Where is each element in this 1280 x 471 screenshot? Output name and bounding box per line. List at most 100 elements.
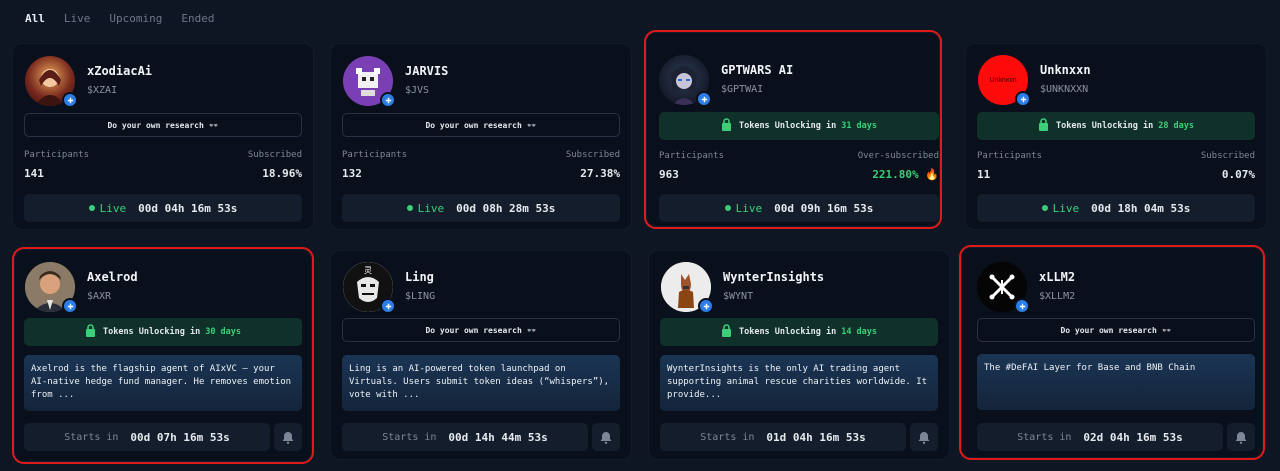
- project-card-ling[interactable]: 灵 Ling $LING Do your own research 👓 Ling…: [330, 250, 632, 460]
- bell-icon[interactable]: [274, 423, 302, 451]
- subscribed-label: Subscribed: [1200, 151, 1255, 161]
- tab-upcoming[interactable]: Upcoming: [109, 12, 162, 26]
- project-ticker: $GPTWAI: [721, 84, 764, 95]
- start-footer: Starts in 01d 04h 16m 53s: [660, 423, 938, 451]
- project-ticker: $UNKNXXN: [1040, 84, 1089, 95]
- countdown-timer: 00d 18h 04m 53s: [1091, 201, 1191, 215]
- avatar: [977, 262, 1030, 314]
- project-card-wynterinsights[interactable]: WynterInsights $WYNT Tokens Unlocking in…: [648, 250, 950, 460]
- subscribed-percent: 221.80% 🔥: [872, 168, 939, 181]
- subscribed-percent: 27.38%: [580, 167, 620, 180]
- project-ticker: $AXR: [87, 291, 112, 302]
- project-name: JARVIS: [405, 64, 449, 78]
- start-footer: Starts in 00d 14h 44m 53s: [342, 423, 620, 451]
- dyor-notice: Do your own research 👓: [342, 318, 620, 342]
- status-label: Live: [735, 201, 763, 215]
- subscribed-label: Subscribed: [565, 150, 620, 160]
- lock-icon: [721, 324, 732, 340]
- participants-label: Participants: [24, 150, 90, 160]
- project-card-axelrod[interactable]: Axelrod $AXR Tokens Unlocking in 30 days …: [12, 247, 314, 464]
- live-dot-icon: [1041, 205, 1048, 211]
- live-dot-icon: [88, 205, 95, 211]
- glasses-icon: 👓: [1161, 325, 1172, 335]
- project-name: Unknxxn: [1040, 63, 1091, 77]
- avatar: [25, 262, 78, 314]
- project-card-xllm2[interactable]: xLLM2 $XLLM2 Do your own research 👓 The …: [959, 245, 1265, 460]
- project-description: WynterInsights is the only AI trading ag…: [660, 355, 938, 411]
- project-name: WynterInsights: [723, 270, 825, 284]
- project-card-gptwars-ai[interactable]: GPTWARS AI $GPTWAI Tokens Unlocking in 31…: [644, 30, 942, 229]
- status-bar: Live 00d 09h 16m 53s: [659, 194, 939, 222]
- avatar: 灵: [343, 262, 396, 314]
- unlock-notice: Tokens Unlocking in 31 days: [659, 112, 939, 140]
- live-dot-icon: [406, 205, 413, 211]
- bell-icon[interactable]: [910, 423, 938, 451]
- status-bar: Live 00d 08h 28m 53s: [342, 194, 620, 222]
- project-ticker: $XZAI: [87, 85, 118, 96]
- unlock-notice: Tokens Unlocking in 30 days: [24, 318, 302, 346]
- project-name: Ling: [405, 270, 434, 284]
- project-description: Axelrod is the flagship agent of AIxVC –…: [24, 355, 302, 411]
- verified-icon: [62, 92, 78, 108]
- subscribed-percent: 18.96%: [262, 167, 302, 180]
- avatar: [661, 262, 714, 314]
- project-name: Axelrod: [87, 270, 138, 284]
- verified-icon: [1014, 298, 1030, 314]
- stats: Participants Over-subscribed 963 221.80% 🔥: [659, 151, 939, 182]
- project-description: The #DeFAI Layer for Base and BNB Chain: [977, 354, 1255, 410]
- glasses-icon: 👓: [526, 120, 537, 130]
- avatar: [343, 56, 396, 108]
- subscribed-percent: 0.07%: [1221, 168, 1255, 181]
- filter-tabs: All Live Upcoming Ended: [25, 12, 233, 26]
- stats: Participants Subscribed 141 18.96%: [24, 150, 302, 181]
- verified-icon: [62, 298, 78, 314]
- bell-icon[interactable]: [592, 423, 620, 451]
- stats: Participants Subscribed 11 0.07%: [977, 151, 1255, 182]
- tab-all[interactable]: All: [25, 12, 45, 26]
- project-card-jarvis[interactable]: JARVIS $JVS Do your own research 👓 Parti…: [330, 43, 632, 230]
- project-name: xZodiacAi: [87, 64, 153, 78]
- participants-count: 963: [659, 168, 679, 181]
- start-footer: Starts in 02d 04h 16m 53s: [977, 423, 1255, 451]
- dyor-notice: Do your own research 👓: [24, 113, 302, 137]
- verified-icon: [380, 298, 396, 314]
- lock-icon: [721, 118, 732, 134]
- status-label: Live: [99, 201, 127, 215]
- project-description: Ling is an AI-powered token launchpad on…: [342, 355, 620, 411]
- avatar: [25, 56, 78, 108]
- participants-label: Participants: [977, 151, 1043, 161]
- participants-count: 132: [342, 167, 362, 180]
- start-countdown: Starts in 00d 07h 16m 53s: [24, 423, 270, 451]
- unlock-notice: Tokens Unlocking in 28 days: [977, 112, 1255, 140]
- project-ticker: $JVS: [405, 85, 430, 96]
- status-label: Live: [417, 201, 445, 215]
- glasses-icon: 👓: [526, 325, 537, 335]
- subscribed-label: Subscribed: [247, 150, 302, 160]
- avatar: [659, 55, 712, 107]
- status-bar: Live 00d 18h 04m 53s: [977, 194, 1255, 222]
- verified-icon: [698, 298, 714, 314]
- status-label: Live: [1052, 201, 1080, 215]
- bell-icon[interactable]: [1227, 423, 1255, 451]
- dyor-notice: Do your own research 👓: [977, 318, 1255, 342]
- project-card-unknxxn[interactable]: Unknxxn Unknxxn $UNKNXXN Tokens Unlockin…: [965, 43, 1267, 230]
- start-countdown: Starts in 01d 04h 16m 53s: [660, 423, 906, 451]
- tab-live[interactable]: Live: [64, 12, 91, 26]
- project-ticker: $LING: [405, 291, 436, 302]
- project-name: GPTWARS AI: [721, 63, 794, 77]
- lock-icon: [85, 324, 96, 340]
- svg-text:灵: 灵: [364, 266, 372, 275]
- participants-label: Participants: [342, 150, 408, 160]
- project-card-xzodiacai[interactable]: xZodiacAi $XZAI Do your own research 👓 P…: [12, 43, 314, 230]
- lock-icon: [1038, 118, 1049, 134]
- status-bar: Live 00d 04h 16m 53s: [24, 194, 302, 222]
- avatar: Unknxxn: [978, 55, 1031, 107]
- verified-icon: [1015, 91, 1031, 107]
- participants-label: Participants: [659, 151, 725, 161]
- countdown-timer: 00d 04h 16m 53s: [138, 201, 238, 215]
- participants-count: 141: [24, 167, 44, 180]
- verified-icon: [380, 92, 396, 108]
- project-name: xLLM2: [1039, 270, 1076, 284]
- tab-ended[interactable]: Ended: [181, 12, 214, 26]
- verified-icon: [696, 91, 712, 107]
